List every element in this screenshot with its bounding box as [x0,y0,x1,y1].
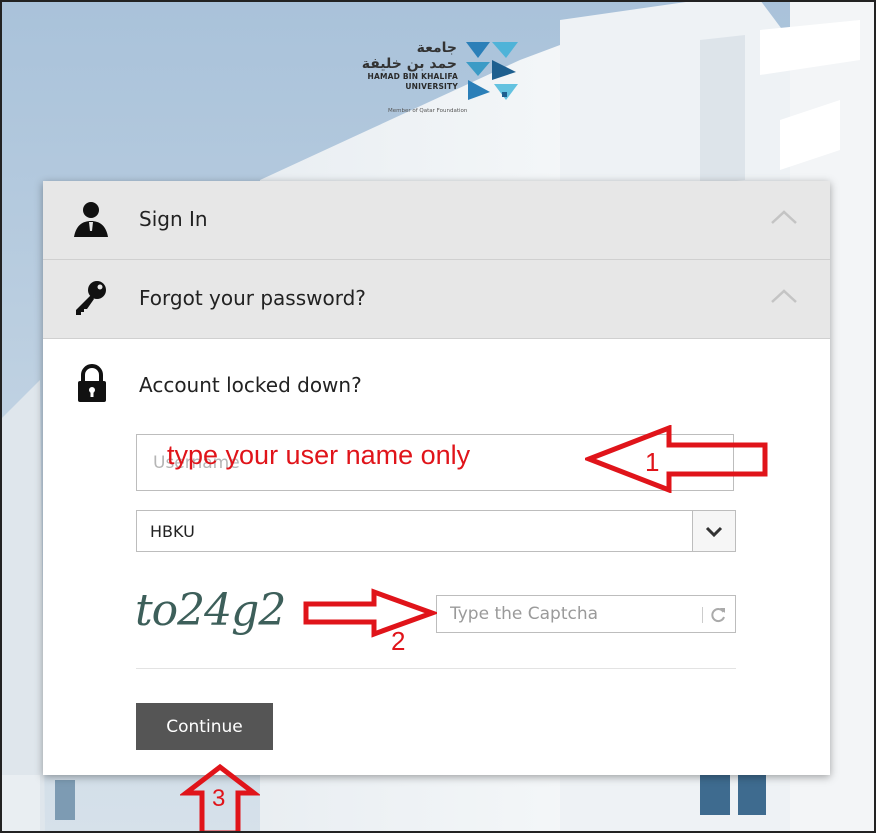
annotation-arrow-1 [585,425,768,493]
domain-selected-value: HBKU [150,522,195,541]
domain-select[interactable]: HBKU [136,510,736,552]
annotation-step-1: 1 [645,447,660,477]
captcha-input[interactable] [437,596,697,632]
annotation-step-3: 3 [212,785,226,812]
accordion-sign-in[interactable]: Sign In [43,181,830,260]
chevron-up-icon[interactable] [769,208,799,226]
user-icon [74,202,108,237]
logo-english-line1: HAMAD BIN KHALIFA [367,72,458,81]
annotation-instruction: type your user name only [167,440,471,470]
captcha-separator [702,607,703,623]
logo-arabic-line1: جامعة [416,40,457,56]
lock-icon [78,364,106,402]
refresh-captcha-icon[interactable] [708,605,728,625]
continue-button[interactable]: Continue [136,703,273,750]
logo-member-text: Member of Qatar Foundation [388,108,468,114]
chevron-up-icon[interactable] [769,287,799,305]
domain-dropdown-button[interactable] [692,511,735,551]
hbku-logo: جامعة حمد بن خليفة HAMAD BIN KHALIFA UNI… [350,40,525,130]
key-icon [76,281,106,315]
sign-in-label: Sign In [139,207,208,231]
captcha-image: to24g2 [135,585,286,636]
account-locked-heading: Account locked down? [139,373,362,397]
annotation-arrow-2 [303,588,437,638]
accordion-forgot-password[interactable]: Forgot your password? [43,260,830,339]
logo-mark-icon [466,42,518,100]
annotation-step-2: 2 [391,626,406,656]
forgot-password-label: Forgot your password? [139,286,366,310]
chevron-down-icon [705,526,723,538]
captcha-field[interactable] [436,595,736,633]
logo-arabic-line2: حمد بن خليفة [361,56,457,72]
divider [136,668,736,669]
logo-english-line2: UNIVERSITY [405,82,458,91]
